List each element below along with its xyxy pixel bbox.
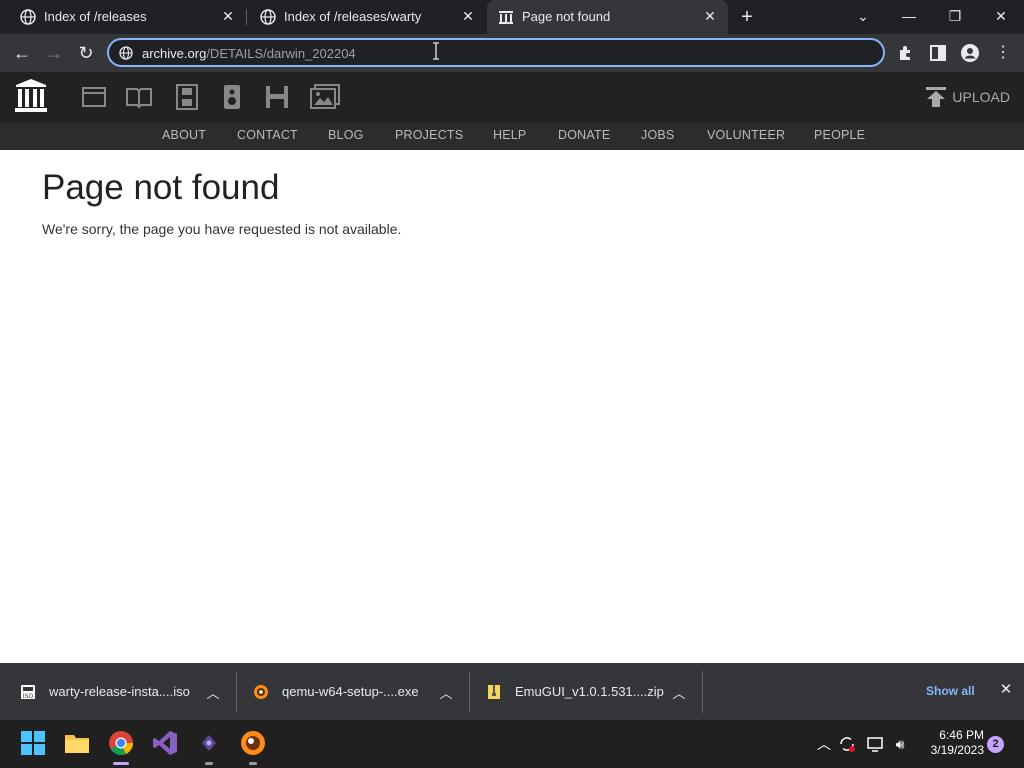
zip-file-icon [488, 685, 500, 699]
download-filename: qemu-w64-setup-....exe [282, 684, 419, 699]
nav-contact[interactable]: CONTACT [237, 128, 298, 142]
nav-people[interactable]: PEOPLE [814, 128, 865, 142]
nav-donate[interactable]: DONATE [558, 128, 610, 142]
download-item[interactable]: EmuGUI_v1.0.1.531....zip ︿ [486, 673, 696, 711]
svg-text:ISO: ISO [23, 693, 34, 700]
upload-icon [926, 87, 947, 107]
iso-file-icon: ISO [21, 685, 35, 700]
notification-badge[interactable]: 2 [987, 736, 1004, 753]
nav-blog[interactable]: BLOG [328, 128, 364, 142]
download-separator [236, 671, 237, 713]
address-bar[interactable]: archive.org/DETAILS/darwin_202204 [107, 38, 885, 67]
visual-studio-icon[interactable] [152, 730, 178, 756]
back-icon[interactable]: ← [10, 41, 34, 65]
close-shelf-icon[interactable]: ✕ [998, 682, 1014, 698]
text-cursor-icon [433, 42, 439, 60]
audio-icon[interactable] [219, 84, 245, 110]
side-panel-icon[interactable] [928, 43, 948, 63]
page-title: Page not found [42, 168, 280, 207]
chevron-up-icon[interactable]: ︿ [206, 683, 220, 701]
tab-title: Index of /releases [44, 9, 147, 24]
tab-title: Page not found [522, 9, 611, 24]
error-message: We're sorry, the page you have requested… [42, 221, 402, 237]
clock-date: 3/19/2023 [930, 743, 984, 757]
download-shelf: ISO warty-release-insta....iso ︿ qemu-w6… [0, 663, 1024, 720]
browser-toolbar: ← → ↻ archive.org/DETAILS/darwin_202204 … [0, 34, 1024, 72]
file-explorer-icon[interactable] [64, 730, 90, 756]
close-tab-icon[interactable]: ✕ [460, 8, 476, 24]
sync-icon[interactable] [838, 735, 856, 753]
upload-label: UPLOAD [952, 89, 1010, 105]
nav-help[interactable]: HELP [493, 128, 526, 142]
running-app-indicator [249, 762, 257, 765]
url-text: archive.org/DETAILS/darwin_202204 [142, 46, 356, 61]
network-icon[interactable] [866, 735, 884, 753]
nav-jobs[interactable]: JOBS [641, 128, 674, 142]
nav-about[interactable]: ABOUT [162, 128, 206, 142]
web-icon[interactable] [81, 84, 107, 110]
volume-icon[interactable]: 🔊︎ [891, 735, 909, 753]
images-icon[interactable] [310, 84, 340, 110]
clock[interactable]: 6:46 PM 3/19/2023 [916, 728, 984, 758]
download-filename: warty-release-insta....iso [49, 684, 190, 699]
qemu-icon[interactable] [240, 730, 266, 756]
reload-icon[interactable]: ↻ [74, 41, 98, 65]
upload-button[interactable]: UPLOAD [925, 86, 1010, 108]
qemu-icon [254, 685, 268, 699]
software-icon[interactable] [264, 84, 290, 110]
site-header: UPLOAD [0, 72, 1024, 122]
active-app-indicator [113, 762, 129, 765]
download-separator [702, 671, 703, 713]
url-path: /DETAILS/darwin_202204 [206, 46, 356, 61]
site-nav: ABOUT CONTACT BLOG PROJECTS HELP DONATE … [0, 122, 1024, 150]
menu-icon[interactable]: ⋮ [991, 41, 1015, 65]
forward-icon[interactable]: → [42, 41, 66, 65]
tab-page-not-found[interactable]: Page not found ✕ [487, 0, 728, 34]
archive-logo-icon [499, 11, 513, 24]
tab-search-icon[interactable]: ⌄ [851, 5, 875, 27]
running-app-indicator [205, 762, 213, 765]
archive-logo-icon[interactable] [14, 78, 48, 114]
close-tab-icon[interactable]: ✕ [702, 8, 718, 24]
site-info-icon[interactable] [119, 46, 133, 60]
download-separator [469, 671, 470, 713]
emulator-icon[interactable] [196, 730, 222, 756]
tab-title: Index of /releases/warty [284, 9, 422, 24]
extensions-icon[interactable] [896, 43, 916, 63]
url-host: archive.org [142, 46, 207, 61]
tray-overflow-icon[interactable]: ︿ [815, 735, 833, 753]
close-window-icon[interactable]: ✕ [989, 5, 1013, 27]
tab-strip: Index of /releases ✕ Index of /releases/… [0, 0, 1024, 34]
restore-icon[interactable]: ❐ [943, 5, 967, 27]
tab-index-releases-warty[interactable]: Index of /releases/warty ✕ [240, 0, 486, 34]
download-item[interactable]: qemu-w64-setup-....exe ︿ [253, 673, 463, 711]
video-icon[interactable] [174, 84, 200, 110]
close-tab-icon[interactable]: ✕ [220, 8, 236, 24]
show-all-button[interactable]: Show all [926, 684, 975, 698]
windows-start-icon[interactable] [20, 730, 46, 756]
new-tab-button[interactable]: + [736, 6, 758, 28]
chevron-up-icon[interactable]: ︿ [439, 683, 453, 701]
globe-icon [260, 9, 276, 25]
profile-icon[interactable] [960, 43, 980, 63]
clock-time: 6:46 PM [939, 728, 984, 742]
taskbar: ︿ 🔊︎ 6:46 PM 3/19/2023 [0, 720, 1024, 768]
nav-projects[interactable]: PROJECTS [395, 128, 463, 142]
texts-icon[interactable] [126, 84, 152, 110]
minimize-icon[interactable]: — [897, 5, 921, 27]
nav-volunteer[interactable]: VOLUNTEER [707, 128, 785, 142]
download-filename: EmuGUI_v1.0.1.531....zip [515, 684, 664, 699]
download-item[interactable]: ISO warty-release-insta....iso ︿ [20, 673, 230, 711]
chevron-up-icon[interactable]: ︿ [672, 683, 686, 701]
globe-icon [20, 9, 36, 25]
chrome-icon[interactable] [108, 730, 134, 756]
tab-index-releases[interactable]: Index of /releases ✕ [0, 0, 246, 34]
